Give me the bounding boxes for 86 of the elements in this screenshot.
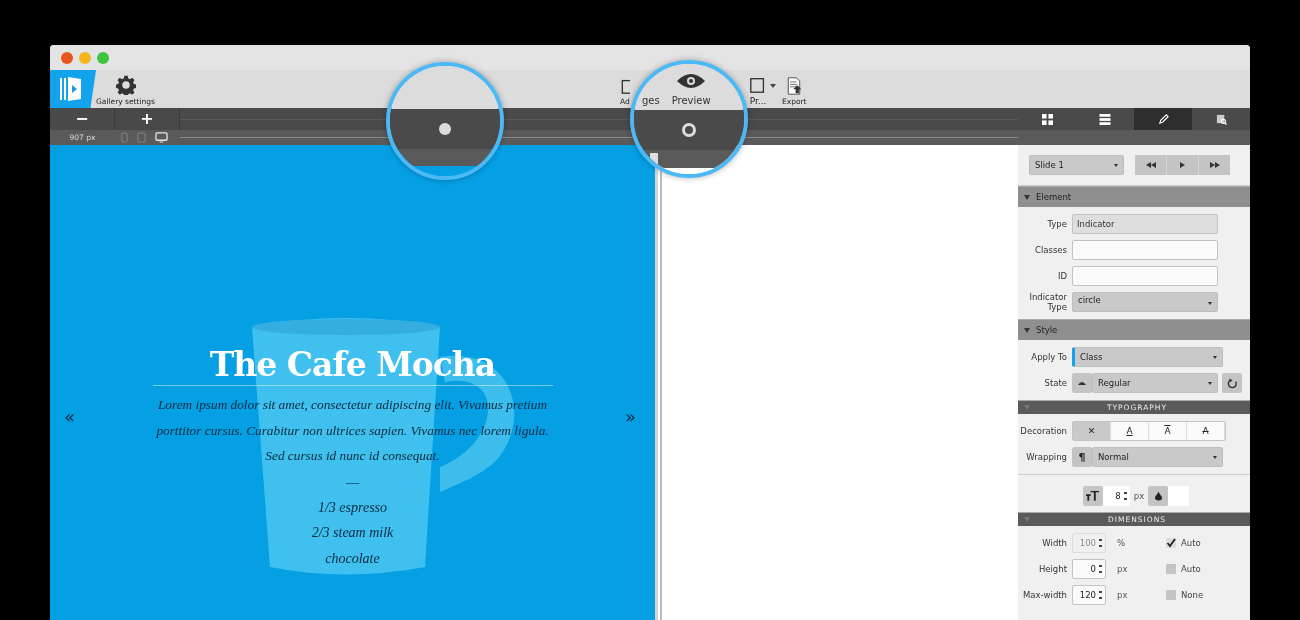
- field-label: Wrapping: [1025, 452, 1067, 462]
- publish-button[interactable]: Pr...: [749, 70, 767, 108]
- checkbox[interactable]: [1166, 564, 1176, 574]
- frame-icon: [749, 76, 767, 94]
- reset-icon: [1226, 377, 1238, 389]
- unit-label: %: [1116, 538, 1127, 548]
- ingredient-text: 2/3 steam milk: [311, 524, 394, 542]
- checkbox-label: Auto: [1181, 564, 1201, 574]
- slide-title: The Cafe Mocha: [152, 345, 553, 386]
- next-slide-arrow[interactable]: »: [625, 408, 636, 426]
- monitor-icon: [155, 132, 168, 143]
- pages-label: ges: [642, 95, 660, 106]
- forward-button[interactable]: [1199, 155, 1230, 175]
- checkbox[interactable]: [1166, 590, 1176, 600]
- desktop-view-button[interactable]: [155, 132, 168, 143]
- decoration-option[interactable]: A: [1149, 422, 1187, 440]
- decoration-option[interactable]: A: [1187, 422, 1225, 440]
- unit-label: px: [1116, 590, 1129, 600]
- rewind-button[interactable]: [1135, 155, 1166, 175]
- state-icon: [1072, 373, 1092, 393]
- grid-icon: [1041, 113, 1053, 125]
- gear-icon: [115, 75, 136, 95]
- rewind-icon: [1145, 162, 1156, 168]
- slide-indicator-ring: [682, 123, 696, 137]
- number-field[interactable]: 120: [1072, 585, 1106, 605]
- pen-tab[interactable]: [1134, 108, 1192, 130]
- field-label: Height: [1037, 564, 1067, 574]
- section-header[interactable]: Style: [1018, 319, 1250, 340]
- checkmark-icon: [1166, 538, 1176, 548]
- unit-label: px: [1133, 491, 1145, 501]
- type-field: Indicator: [1072, 214, 1218, 234]
- state-select[interactable]: Regular: [1092, 373, 1218, 393]
- slide-indicator-dot: [439, 123, 451, 135]
- color-swatch[interactable]: [1168, 486, 1190, 506]
- eye-icon: [676, 73, 707, 89]
- preview-button[interactable]: Preview: [671, 73, 711, 106]
- field-label: Apply To: [1030, 352, 1067, 362]
- field-label: Max-width: [1021, 590, 1067, 600]
- field-label: Type: [1046, 219, 1067, 229]
- previous-slide-arrow[interactable]: «: [64, 408, 75, 426]
- phone-view-button[interactable]: [121, 132, 128, 143]
- decoration-option[interactable]: ✕: [1073, 422, 1111, 440]
- pen-icon: [1157, 113, 1169, 125]
- tablet-view-button[interactable]: [137, 132, 146, 143]
- input-field[interactable]: [1072, 266, 1218, 286]
- splitter-handle[interactable]: [650, 153, 658, 165]
- field-label: State: [1043, 378, 1067, 388]
- field-label: Decoration: [1019, 426, 1067, 436]
- phone-icon: [121, 132, 128, 143]
- frame-icon: [620, 77, 630, 95]
- play-icon: [1180, 162, 1185, 168]
- field-label: ID: [1056, 271, 1067, 281]
- tablet-icon: [137, 132, 146, 143]
- ingredient-text: 1/3 espresso: [317, 498, 388, 517]
- indicator-type-select[interactable]: circle: [1072, 292, 1218, 312]
- document-upload-icon: [785, 77, 804, 95]
- number-field[interactable]: 0: [1072, 559, 1106, 579]
- zoom-button[interactable]: [97, 51, 109, 64]
- magnifier-page-icon: [1215, 113, 1227, 125]
- play-button[interactable]: [1167, 155, 1198, 175]
- section-header[interactable]: Element: [1018, 186, 1250, 207]
- decoration-option[interactable]: A: [1111, 422, 1149, 440]
- unit-label: px: [1116, 564, 1129, 574]
- fast-forward-icon: [1209, 162, 1220, 168]
- droplet-icon: [1148, 486, 1169, 506]
- field-label: Width: [1041, 538, 1067, 548]
- font-size-icon: [1082, 486, 1103, 506]
- list-icon: [1099, 113, 1111, 125]
- slide-select[interactable]: Slide 1: [1029, 155, 1124, 175]
- slide-dash: —: [346, 472, 359, 491]
- close-button[interactable]: [61, 51, 73, 64]
- ingredient-text: chocolate: [325, 549, 380, 568]
- slide-description: Lorem ipsum dolor sit amet, consectetur adipiscing elit. Vivamus pretium porttitor cursus. Curabitur non ultrices sapien. Vivamus nec lorem ligula. Sed cursus id nunc id consequat.: [155, 396, 550, 465]
- input-field[interactable]: [1072, 240, 1218, 260]
- field-label: Classes: [1033, 245, 1067, 255]
- splitter-bar[interactable]: [655, 168, 665, 620]
- reset-button[interactable]: [1222, 373, 1242, 393]
- font-size-field[interactable]: 8: [1102, 486, 1130, 506]
- pilcrow-icon: ¶: [1072, 447, 1092, 467]
- apply-to-select[interactable]: Class: [1072, 347, 1223, 367]
- checkbox-label: Auto: [1181, 538, 1201, 548]
- wrapping-select[interactable]: Normal: [1092, 447, 1223, 467]
- field-label: Indicator Type: [1028, 292, 1067, 312]
- caret-icon[interactable]: [770, 84, 776, 88]
- app-logo: [50, 70, 96, 108]
- checkbox-label: None: [1181, 590, 1204, 600]
